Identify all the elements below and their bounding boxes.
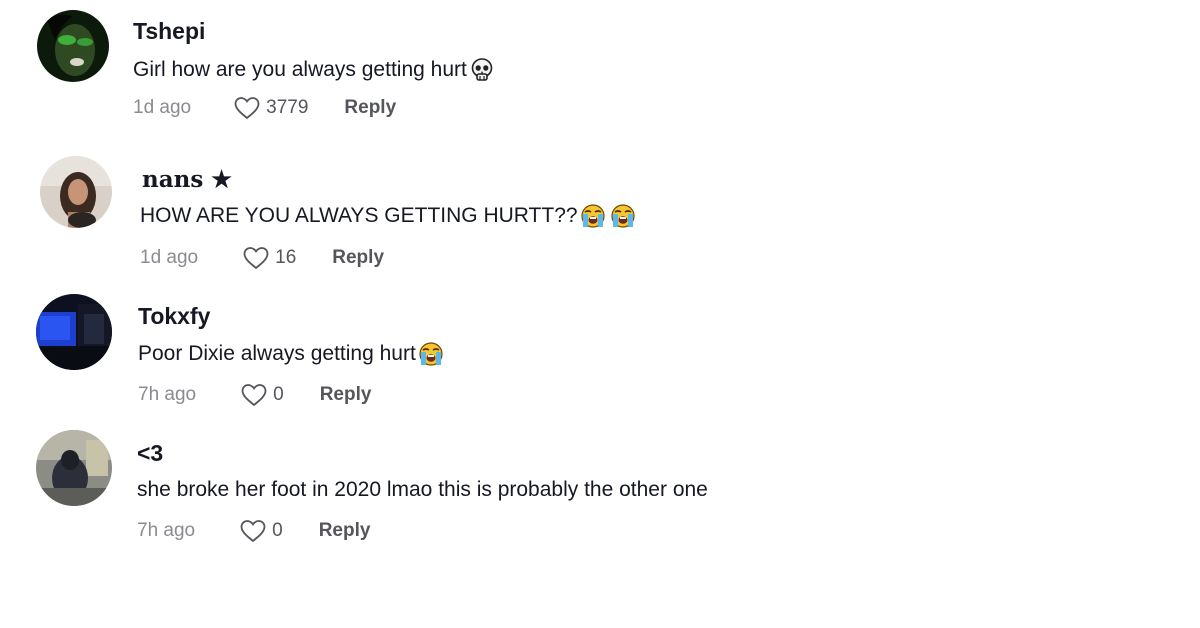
comment-meta: 1d ago 16 Reply — [140, 246, 384, 270]
comment-text: HOW ARE YOU ALWAYS GETTING HURTT?? — [140, 203, 636, 229]
skull-emoji-icon — [469, 57, 495, 83]
like-button[interactable]: 0 — [239, 519, 283, 543]
comment-meta: 1d ago 3779 Reply — [133, 96, 396, 120]
avatar[interactable] — [36, 430, 112, 506]
comment-item: nans ★ HOW ARE YOU ALWAYS GETTING HURTT?… — [0, 150, 1200, 280]
like-button[interactable]: 0 — [240, 383, 284, 407]
username[interactable]: <3 — [137, 440, 163, 467]
reply-button[interactable]: Reply — [332, 247, 384, 269]
like-count: 0 — [272, 520, 283, 541]
comment-text-body: HOW ARE YOU ALWAYS GETTING HURTT?? — [140, 204, 578, 227]
username[interactable]: nans ★ — [142, 166, 232, 193]
username[interactable]: Tokxfy — [138, 303, 210, 330]
comment-time: 7h ago — [138, 384, 197, 405]
heart-icon — [234, 97, 260, 120]
comment-meta: 7h ago 0 Reply — [138, 383, 371, 407]
comment-item: <3 she broke her foot in 2020 lmao this … — [0, 428, 1200, 558]
comment-text-body: Girl how are you always getting hurt — [133, 58, 467, 81]
comment-meta: 7h ago 0 Reply — [137, 519, 370, 543]
like-count: 16 — [275, 247, 297, 268]
loudly-crying-face-emoji-icon — [610, 203, 636, 229]
loudly-crying-face-emoji-icon — [418, 341, 444, 367]
avatar[interactable] — [37, 10, 109, 82]
heart-icon — [241, 384, 267, 407]
comment-text: Poor Dixie always getting hurt — [138, 341, 444, 367]
reply-button[interactable]: Reply — [344, 97, 396, 119]
avatar[interactable] — [36, 294, 112, 370]
comment-time: 1d ago — [140, 247, 199, 268]
comment-time: 1d ago — [133, 97, 192, 118]
reply-button[interactable]: Reply — [320, 384, 372, 406]
heart-icon — [240, 520, 266, 543]
like-button[interactable]: 16 — [242, 246, 296, 270]
comment-time: 7h ago — [137, 520, 196, 541]
comment-text-body: she broke her foot in 2020 lmao this is … — [137, 478, 708, 501]
like-count: 3779 — [266, 97, 309, 118]
like-button[interactable]: 3779 — [233, 96, 308, 120]
username[interactable]: Tshepi — [133, 18, 205, 45]
reply-button[interactable]: Reply — [319, 520, 371, 542]
avatar[interactable] — [40, 156, 112, 228]
heart-icon — [243, 247, 269, 270]
comment-text: she broke her foot in 2020 lmao this is … — [137, 478, 708, 502]
comment-item: Tshepi Girl how are you always getting h… — [0, 0, 1200, 130]
like-count: 0 — [273, 384, 284, 405]
comment-text-body: Poor Dixie always getting hurt — [138, 342, 416, 365]
loudly-crying-face-emoji-icon — [580, 203, 606, 229]
comment-item: Tokxfy Poor Dixie always getting hurt 7h… — [0, 290, 1200, 420]
comment-text: Girl how are you always getting hurt — [133, 57, 495, 83]
